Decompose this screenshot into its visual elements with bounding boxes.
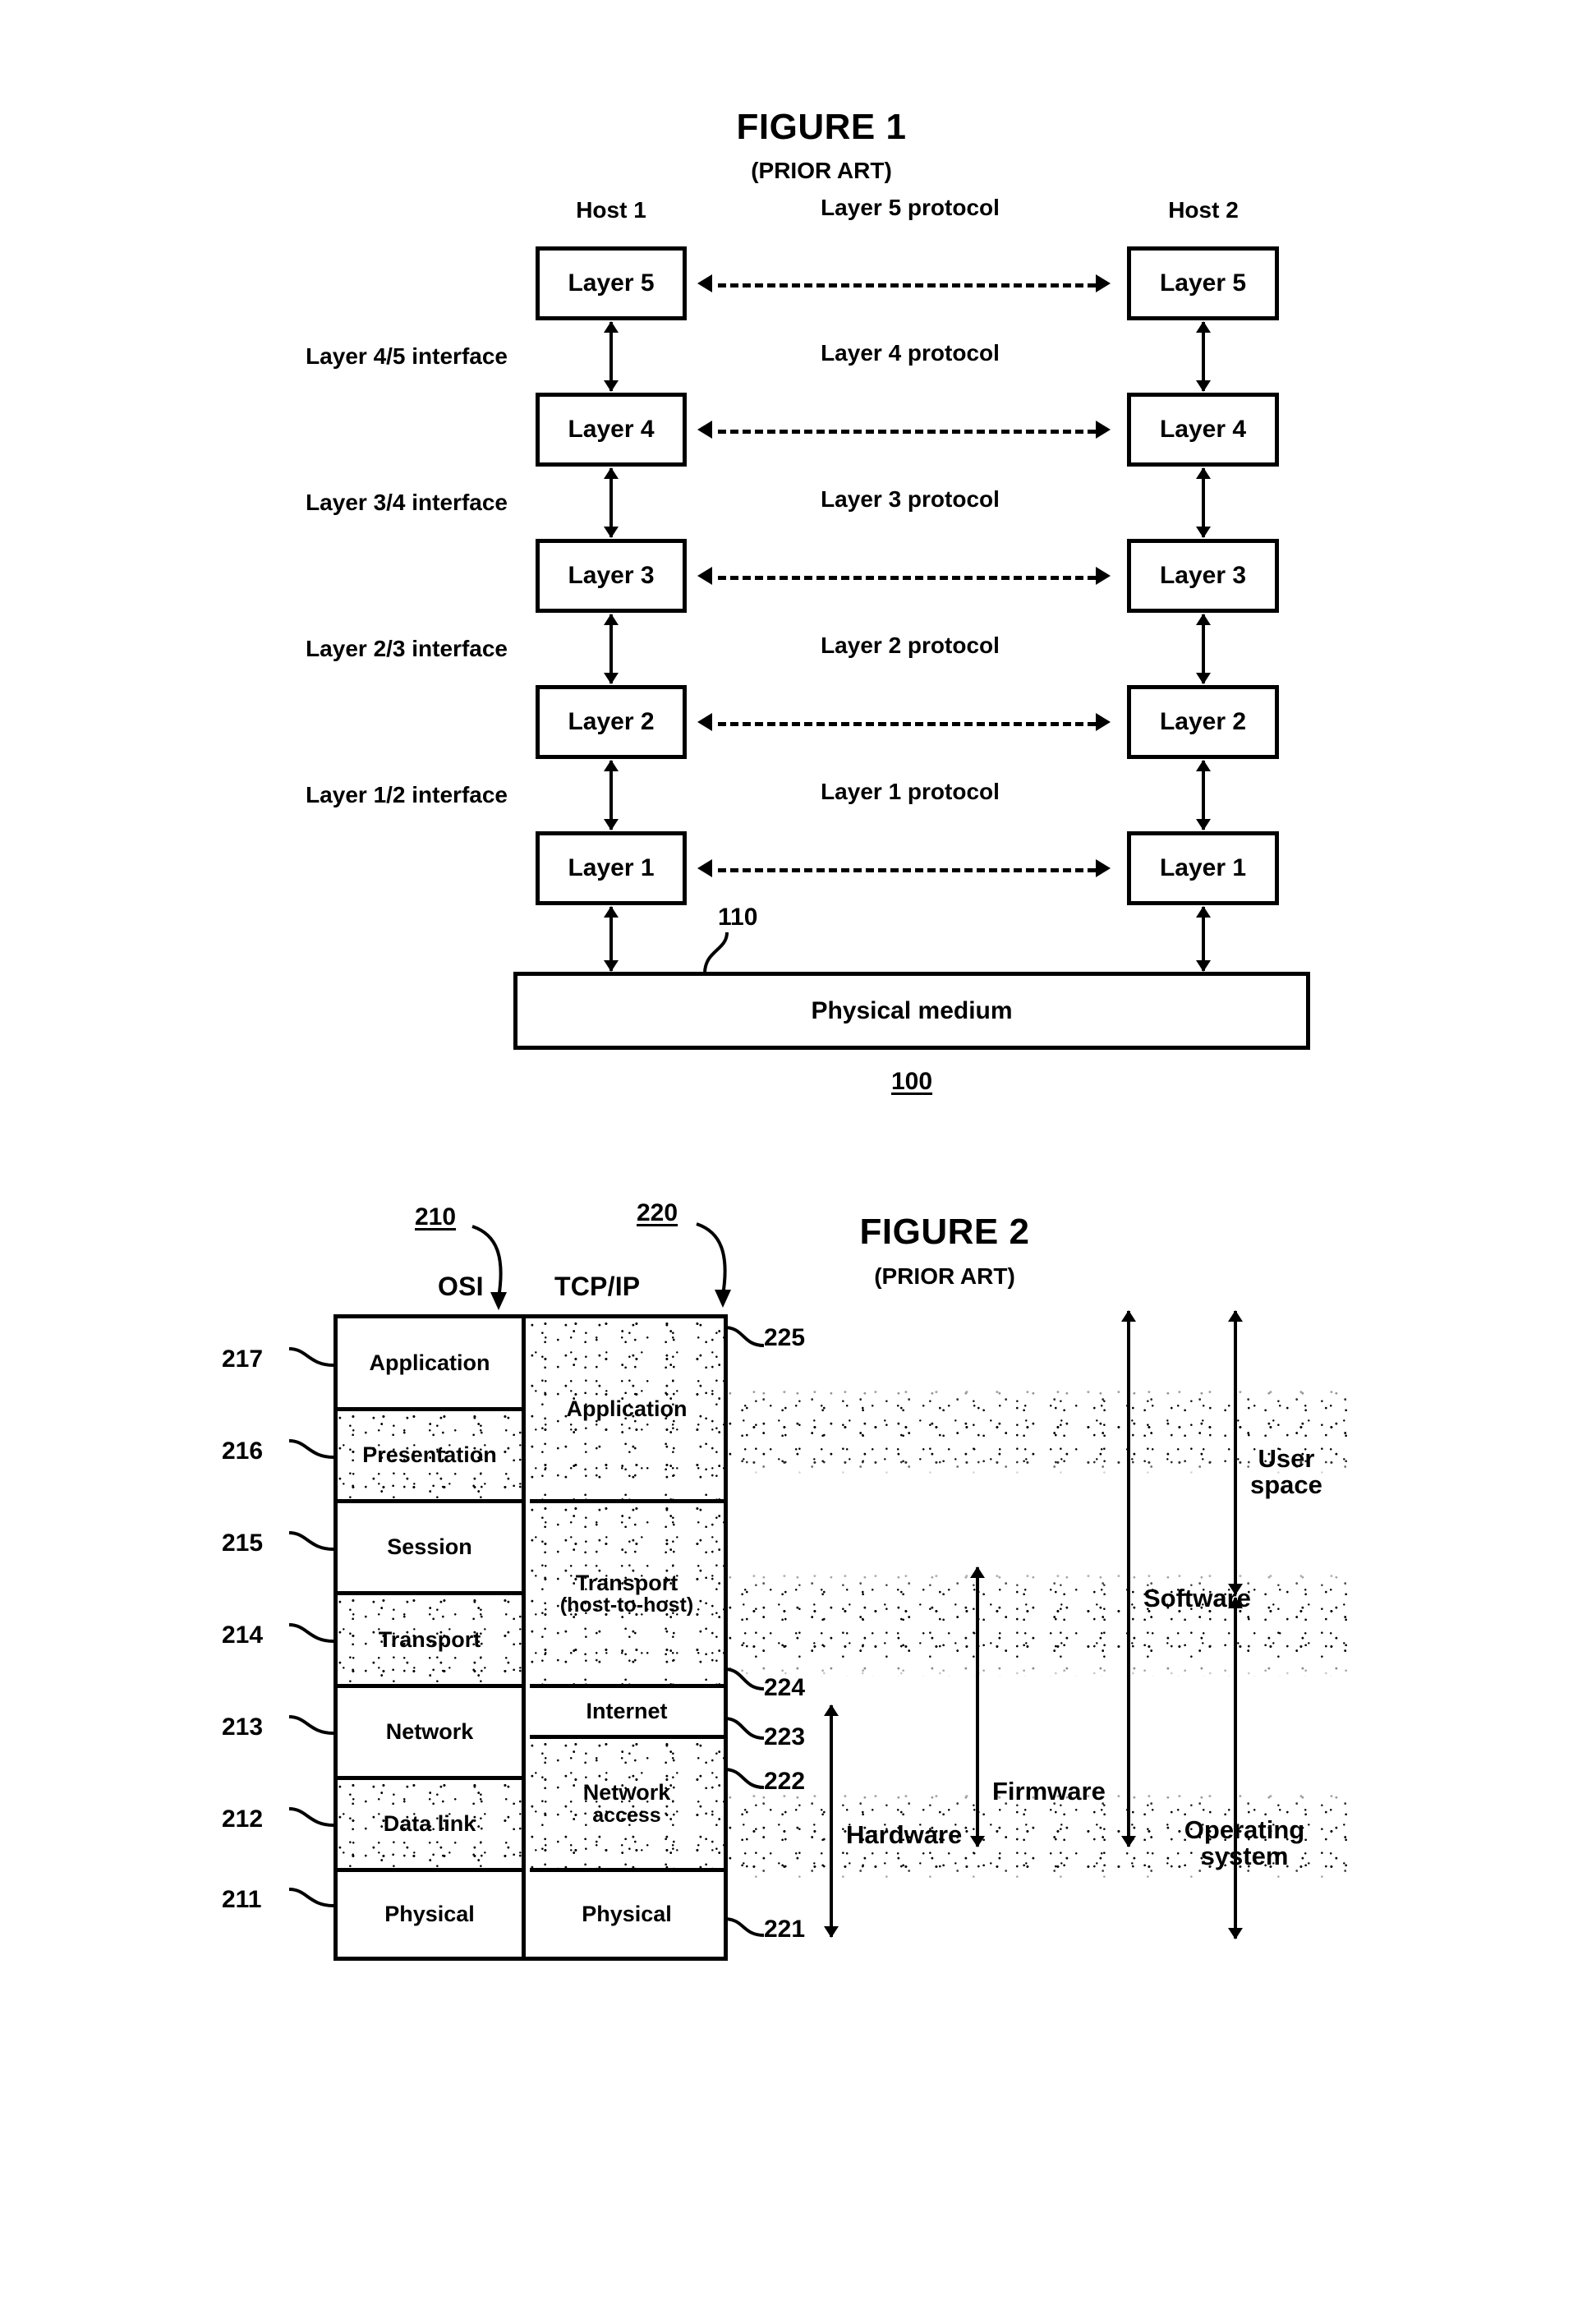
operating-system-label-line1: Operating [1184, 1815, 1305, 1844]
tcpip-cell-application: Application [530, 1318, 724, 1503]
user-space-scope-arrow [1234, 1311, 1237, 1594]
reference-numeral-217: 217 [222, 1346, 264, 1373]
firmware-scope-arrow [976, 1567, 979, 1847]
figure-2-title: FIGURE 2 [859, 1212, 1030, 1252]
operating-system-scope-arrow [1234, 1598, 1237, 1939]
tcpip-internet-label: Internet [586, 1699, 668, 1724]
leader-line-225 [724, 1326, 765, 1347]
reference-numeral-215: 215 [222, 1530, 264, 1557]
user-space-label-line2: space [1250, 1470, 1322, 1499]
tcpip-transport-sublabel: (host-to-host) [559, 1594, 694, 1617]
leader-line-214 [288, 1623, 334, 1643]
reference-numeral-212: 212 [222, 1806, 264, 1833]
user-space-label-line1: User [1258, 1444, 1315, 1473]
reference-numeral-213: 213 [222, 1714, 264, 1741]
leader-line-211 [288, 1888, 334, 1907]
tcpip-cell-physical: Physical [530, 1872, 724, 1957]
hardware-label: Hardware [846, 1820, 963, 1849]
leader-line-222 [724, 1768, 765, 1789]
leader-line-221 [724, 1917, 765, 1937]
leader-line-224 [724, 1668, 765, 1690]
software-scope-arrow [1127, 1311, 1130, 1847]
hardware-scope-arrow [830, 1705, 833, 1937]
tcpip-cell-network-access: Network access [530, 1739, 724, 1872]
leader-line-213 [288, 1715, 334, 1735]
leader-line-223 [724, 1717, 765, 1740]
reference-numeral-214: 214 [222, 1622, 264, 1649]
reference-numeral-216: 216 [222, 1438, 264, 1465]
osi-network-label: Network [385, 1719, 474, 1745]
tcpip-transport-label: Transport [575, 1570, 678, 1595]
tcpip-network-access-sublabel: access [592, 1803, 661, 1827]
figure-2: FIGURE 2 (PRIOR ART) 210 220 OSI TCP/IP … [0, 0, 1596, 2300]
reference-numeral-220: 220 [637, 1199, 678, 1226]
osi-column-header: OSI [438, 1272, 484, 1301]
leader-line-215 [288, 1531, 334, 1551]
osi-session-label: Session [387, 1534, 472, 1560]
tcpip-application-label: Application [566, 1396, 688, 1421]
tcpip-cell-internet: Internet [530, 1688, 724, 1739]
reference-numeral-210: 210 [415, 1203, 457, 1230]
osi-data-link-label: Data link [383, 1811, 476, 1837]
reference-numeral-211: 211 [222, 1886, 262, 1913]
leader-line-210 [471, 1225, 507, 1310]
operating-system-label-line2: system [1200, 1841, 1289, 1870]
firmware-label: Firmware [992, 1777, 1106, 1806]
tcpip-cell-transport: Transport (host-to-host) [530, 1503, 724, 1688]
leader-line-217 [288, 1347, 334, 1367]
tcpip-column-header: TCP/IP [554, 1272, 641, 1301]
figure-2-subtitle: (PRIOR ART) [874, 1263, 1015, 1289]
tcpip-network-access-label: Network [582, 1780, 671, 1806]
leader-line-220 [696, 1222, 731, 1308]
leader-line-216 [288, 1439, 334, 1459]
tcpip-physical-label: Physical [582, 1902, 672, 1927]
osi-physical-label: Physical [384, 1902, 475, 1927]
operating-system-label: Operating system [1142, 1817, 1347, 1869]
leader-line-212 [288, 1807, 334, 1827]
user-space-label: User space [1250, 1446, 1322, 1497]
